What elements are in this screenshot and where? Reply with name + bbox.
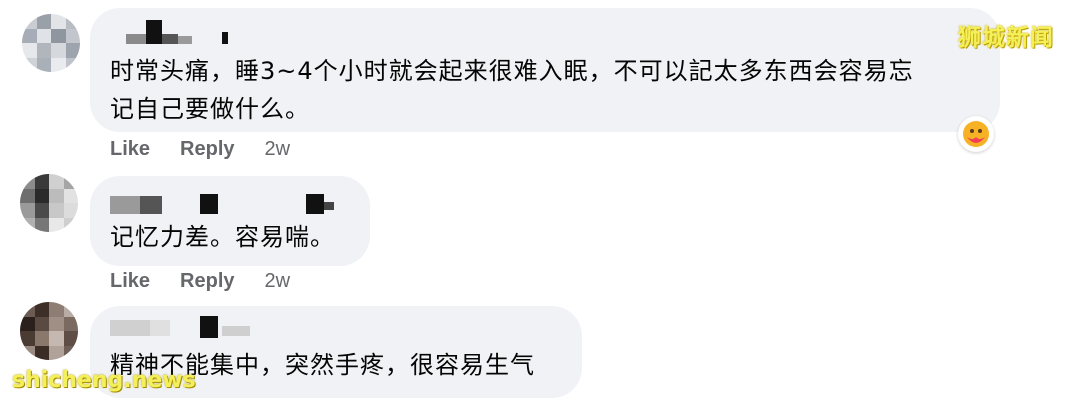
commenter-name-redacted[interactable] <box>110 312 270 342</box>
reply-button[interactable]: Reply <box>180 270 234 293</box>
comment-timestamp[interactable]: 2w <box>265 270 291 293</box>
comment-text: 时常头痛，睡3~4个小时就会起来很难入眠，不可以記太多东西会容易忘 记自己要做什… <box>110 52 914 128</box>
reply-button[interactable]: Reply <box>180 138 234 161</box>
comment-text: 记忆力差。容易喘。 <box>110 218 335 256</box>
care-reaction-icon[interactable] <box>958 116 994 152</box>
watermark-bottom-left: shicheng.news <box>12 368 196 393</box>
commenter-name-redacted[interactable] <box>110 16 240 46</box>
comment-actions: Like Reply 2w <box>110 138 290 161</box>
commenter-name-redacted[interactable] <box>110 186 350 216</box>
comment-line: 时常头痛，睡3~4个小时就会起来很难入眠，不可以記太多东西会容易忘 <box>110 57 914 85</box>
comment-line: 记自己要做什么。 <box>110 95 310 123</box>
comment-timestamp[interactable]: 2w <box>265 138 291 161</box>
comment-line: 记忆力差。容易喘。 <box>110 223 335 251</box>
like-button[interactable]: Like <box>110 270 150 293</box>
commenter-avatar[interactable] <box>22 14 80 72</box>
like-button[interactable]: Like <box>110 138 150 161</box>
comment-actions: Like Reply 2w <box>110 270 290 293</box>
commenter-avatar[interactable] <box>20 174 78 232</box>
watermark-top-right: 狮城新闻 <box>958 25 1054 51</box>
commenter-avatar[interactable] <box>20 302 78 360</box>
